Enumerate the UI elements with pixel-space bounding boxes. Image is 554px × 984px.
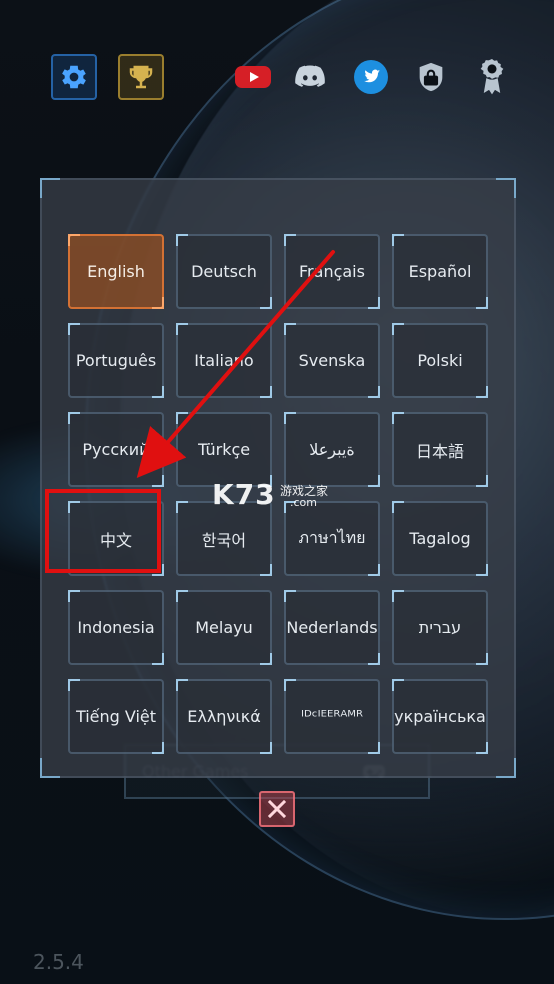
language-option[interactable]: Español (392, 234, 488, 309)
language-option[interactable]: Русский (68, 412, 164, 487)
youtube-button[interactable] (234, 61, 272, 93)
settings-button[interactable] (51, 54, 97, 100)
language-option[interactable]: Tiếng Việt (68, 679, 164, 754)
language-label: Русский (82, 440, 150, 459)
language-option[interactable]: Deutsch (176, 234, 272, 309)
badge-button[interactable] (475, 56, 509, 96)
language-option[interactable]: עברית (392, 590, 488, 665)
language-option[interactable]: 日本語 (392, 412, 488, 487)
twitter-icon (354, 60, 388, 94)
discord-button[interactable] (293, 60, 327, 94)
language-option[interactable]: Nederlands (284, 590, 380, 665)
language-label: Tagalog (409, 529, 471, 548)
language-label: ภาษาไทย (298, 528, 366, 547)
language-label: Ελληνικά (187, 707, 261, 726)
language-label: 한국어 (201, 530, 247, 550)
version-label: 2.5.4 (33, 950, 84, 974)
language-label: Português (75, 351, 157, 370)
language-option[interactable]: Polski (392, 323, 488, 398)
modal-corner-bottom-right (496, 758, 516, 778)
language-option[interactable]: Português (68, 323, 164, 398)
modal-corner-top-right (496, 178, 516, 198)
lock-shield-icon (419, 62, 443, 92)
language-grid: English Deutsch Français Español Portugu… (68, 234, 492, 754)
close-x-icon (267, 799, 287, 819)
language-option[interactable]: English (68, 234, 164, 309)
trophy-icon (129, 65, 153, 89)
youtube-icon (235, 66, 271, 88)
language-label: 中文 (99, 530, 132, 550)
language-label: Deutsch (191, 262, 257, 281)
language-option[interactable]: ةيبرعلا (284, 412, 380, 487)
language-label: Nederlands (286, 618, 378, 637)
language-label: Türkçe (197, 440, 251, 459)
language-option[interactable]: Italiano (176, 323, 272, 398)
language-option[interactable]: Français (284, 234, 380, 309)
language-label: Français (299, 262, 365, 281)
privacy-button[interactable] (414, 58, 448, 96)
twitter-button[interactable] (352, 58, 390, 96)
language-option[interactable]: Melayu (176, 590, 272, 665)
language-option[interactable]: українська (392, 679, 488, 754)
language-option[interactable]: Ελληνικά (176, 679, 272, 754)
badge-gear-icon (480, 59, 504, 95)
language-label: Polski (417, 351, 463, 370)
language-option[interactable]: ᴵᴰᶜᴵᴱᴱᴿᴬᴹᴿ (284, 679, 380, 754)
language-label: English (87, 262, 145, 281)
language-label: Svenska (298, 351, 366, 370)
game-screen: Other Games English Deutsch Français Esp… (0, 0, 554, 984)
language-label: українська (394, 707, 486, 726)
language-option[interactable]: Tagalog (392, 501, 488, 576)
language-label: Italiano (194, 351, 254, 370)
language-label: 日本語 (415, 441, 464, 461)
language-label: Indonesia (77, 618, 155, 637)
language-label: Tiếng Việt (75, 707, 157, 726)
language-option[interactable]: Türkçe (176, 412, 272, 487)
language-label: Melayu (195, 618, 253, 637)
discord-icon (295, 65, 325, 87)
modal-corner-top-left (40, 178, 60, 198)
language-option[interactable]: Indonesia (68, 590, 164, 665)
language-label: Español (408, 262, 472, 281)
language-label: ᴵᴰᶜᴵᴱᴱᴿᴬᴹᴿ (301, 707, 363, 726)
language-label: ةيبرعلا (309, 440, 355, 459)
language-label: עברית (418, 618, 462, 637)
language-option[interactable]: 中文 (68, 501, 164, 576)
language-option[interactable]: Svenska (284, 323, 380, 398)
settings-icon (62, 65, 86, 89)
modal-corner-bottom-left (40, 758, 60, 778)
language-modal: English Deutsch Français Español Portugu… (40, 178, 516, 778)
language-option[interactable]: ภาษาไทย (284, 501, 380, 576)
close-modal-button[interactable] (259, 791, 295, 827)
achievements-button[interactable] (118, 54, 164, 100)
language-option[interactable]: 한국어 (176, 501, 272, 576)
